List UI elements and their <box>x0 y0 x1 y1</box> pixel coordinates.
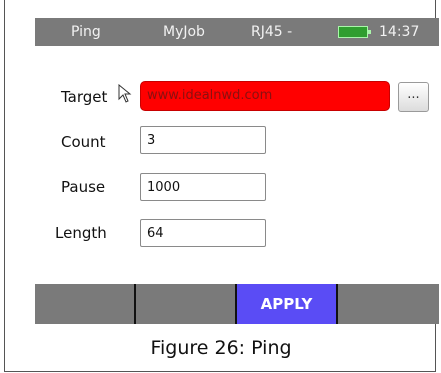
length-label: Length <box>55 224 107 242</box>
battery-icon <box>338 26 371 38</box>
pause-input[interactable]: 1000 <box>140 173 266 201</box>
length-input[interactable]: 64 <box>140 219 266 247</box>
browse-button[interactable]: ... <box>398 82 429 112</box>
softkey-1[interactable] <box>35 284 136 324</box>
port-indicator: RJ45 - <box>251 24 293 40</box>
job-name: MyJob <box>163 24 205 40</box>
status-bar: Ping MyJob RJ45 - 14:37 <box>35 18 439 46</box>
mouse-pointer-icon <box>118 84 132 103</box>
screen-title: Ping <box>71 24 101 40</box>
target-input[interactable]: www.idealnwd.com <box>140 81 390 111</box>
apply-button[interactable]: APPLY <box>237 284 338 324</box>
count-input[interactable]: 3 <box>140 126 266 154</box>
figure-frame: Ping MyJob RJ45 - 14:37 Target www.ideal… <box>4 0 439 372</box>
softkey-4[interactable] <box>338 284 439 324</box>
softkey-2[interactable] <box>136 284 237 324</box>
softkey-bar: APPLY <box>35 284 439 324</box>
device-screen: Ping MyJob RJ45 - 14:37 Target www.ideal… <box>35 18 439 324</box>
pause-label: Pause <box>61 178 106 196</box>
figure-caption: Figure 26: Ping <box>150 337 292 359</box>
target-label: Target <box>61 88 108 106</box>
count-label: Count <box>61 133 106 151</box>
clock: 14:37 <box>379 24 420 40</box>
